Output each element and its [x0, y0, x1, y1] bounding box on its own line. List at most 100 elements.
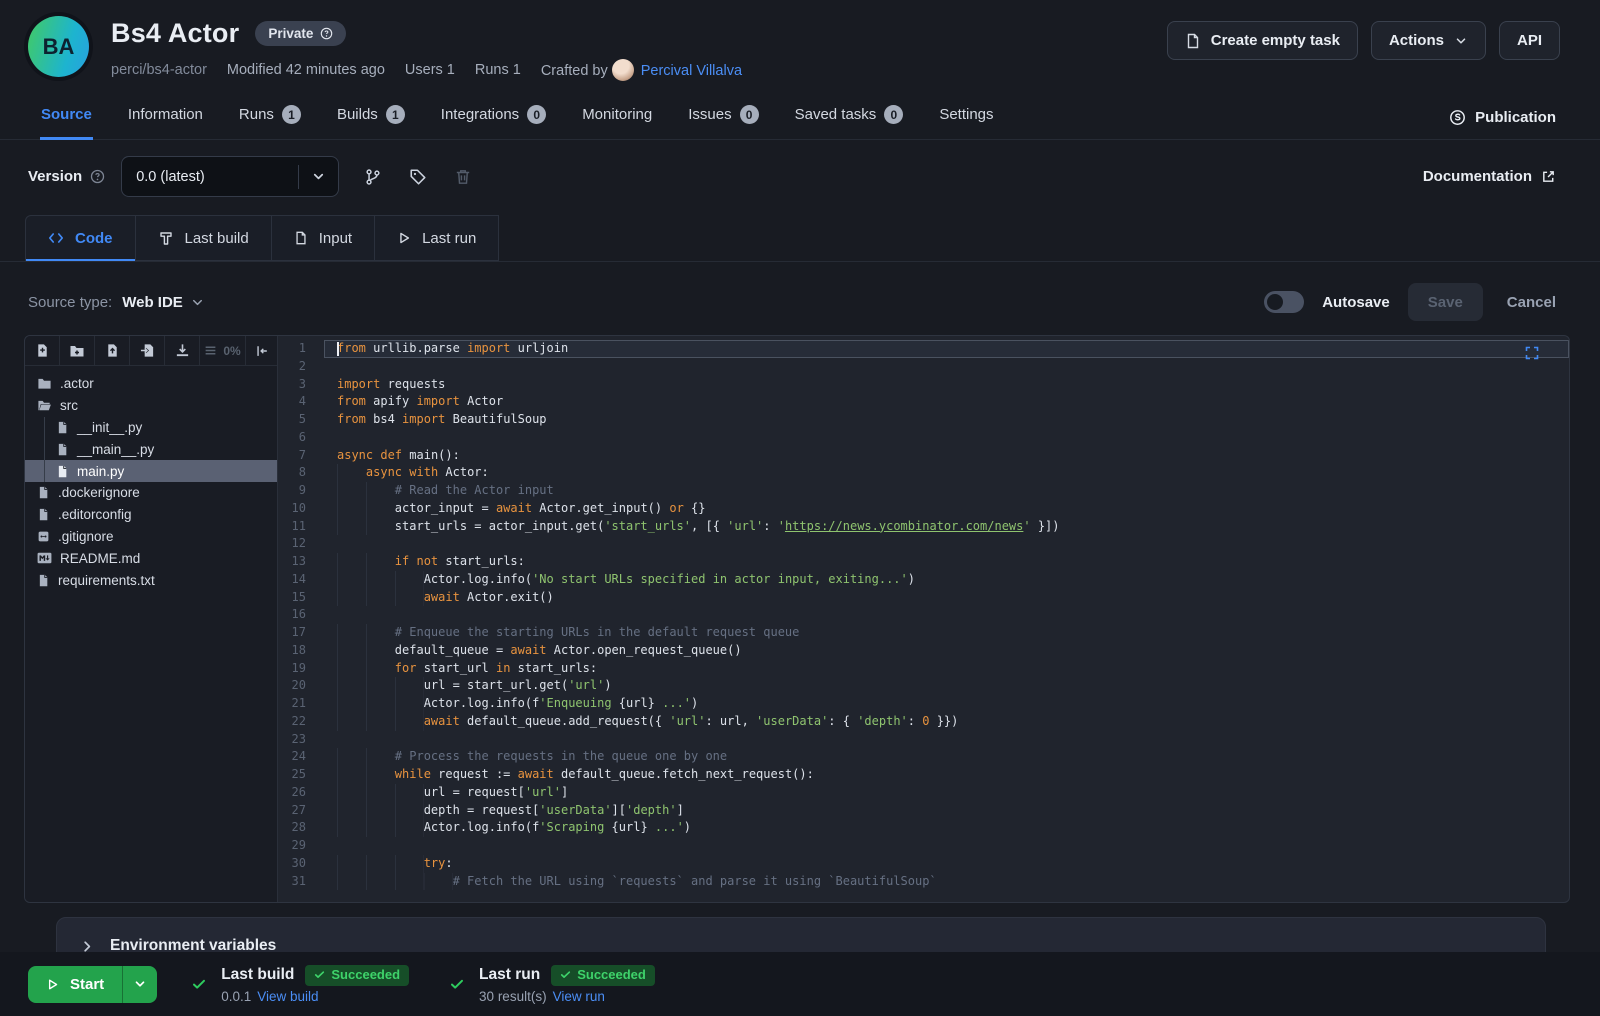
code-line[interactable]: 7async def main(): — [278, 447, 1569, 465]
code-line[interactable]: 29 — [278, 837, 1569, 855]
line-number: 4 — [278, 393, 324, 411]
code-line[interactable]: 12 — [278, 535, 1569, 553]
author-link[interactable]: Percival Villalva — [641, 63, 742, 79]
line-number: 9 — [278, 482, 324, 500]
code-line[interactable]: 13 if not start_urls: — [278, 553, 1569, 571]
code-line[interactable]: 21 Actor.log.info(f'Enqueuing {url} ...'… — [278, 695, 1569, 713]
view-run-link[interactable]: View run — [553, 989, 605, 1004]
code-line[interactable]: 6 — [278, 429, 1569, 447]
subtab-last-build[interactable]: Last build — [135, 215, 272, 261]
check-icon — [449, 976, 465, 992]
tree-item-src[interactable]: src — [25, 395, 277, 417]
code-line[interactable]: 4from apify import Actor — [278, 393, 1569, 411]
line-number: 28 — [278, 819, 324, 837]
tag-icon[interactable] — [398, 157, 438, 197]
line-number: 20 — [278, 677, 324, 695]
line-number: 26 — [278, 784, 324, 802]
code-line[interactable]: 19 for start_url in start_urls: — [278, 660, 1569, 678]
code-editor[interactable]: 1from urllib.parse import urljoin23impor… — [278, 336, 1569, 902]
tab-issues[interactable]: Issues0 — [687, 93, 759, 140]
new-folder-icon[interactable] — [60, 336, 95, 365]
code-line[interactable]: 16 — [278, 606, 1569, 624]
page-title: Bs4 Actor — [111, 18, 239, 49]
code-line[interactable]: 2 — [278, 358, 1569, 376]
code-line[interactable]: 18 default_queue = await Actor.open_requ… — [278, 642, 1569, 660]
code-line[interactable]: 28 Actor.log.info(f'Scraping {url} ...') — [278, 819, 1569, 837]
code-line[interactable]: 25 while request := await default_queue.… — [278, 766, 1569, 784]
code-line[interactable]: 1from urllib.parse import urljoin — [278, 340, 1569, 358]
fullscreen-icon[interactable] — [1524, 345, 1540, 361]
new-file-icon[interactable] — [25, 336, 60, 365]
tab-label: Saved tasks — [795, 106, 877, 123]
collapse-panel-icon[interactable] — [246, 336, 277, 365]
start-options-button[interactable] — [123, 966, 157, 1003]
autosave-label: Autosave — [1322, 294, 1390, 311]
tree-item--init-py[interactable]: __init__.py — [25, 417, 277, 439]
subtab-code[interactable]: Code — [25, 215, 136, 261]
delete-version-icon — [443, 157, 483, 197]
tab-saved-tasks[interactable]: Saved tasks0 — [794, 93, 905, 140]
code-line[interactable]: 3import requests — [278, 376, 1569, 394]
help-icon — [90, 169, 105, 184]
line-number: 31 — [278, 873, 324, 891]
actions-button[interactable]: Actions — [1371, 21, 1486, 60]
code-line[interactable]: 9 # Read the Actor input — [278, 482, 1569, 500]
tab-runs[interactable]: Runs1 — [238, 93, 302, 140]
documentation-link[interactable]: Documentation — [1423, 168, 1556, 185]
code-line[interactable]: 22 await default_queue.add_request({ 'ur… — [278, 713, 1569, 731]
tab-builds[interactable]: Builds1 — [336, 93, 406, 140]
subtab-last-run[interactable]: Last run — [374, 215, 499, 261]
start-button[interactable]: Start — [28, 966, 157, 1003]
last-build-summary: Last build Succeeded 0.0.1 View build — [191, 965, 409, 1004]
publication-link[interactable]: Publication — [1449, 109, 1556, 139]
line-number: 17 — [278, 624, 324, 642]
tree-item-main-py[interactable]: main.py — [25, 460, 277, 482]
move-file-icon[interactable] — [130, 336, 165, 365]
code-line[interactable]: 15 await Actor.exit() — [278, 589, 1569, 607]
code-line[interactable]: 24 # Process the requests in the queue o… — [278, 748, 1569, 766]
tree-item--main-py[interactable]: __main__.py — [25, 438, 277, 460]
code-line[interactable]: 8 async with Actor: — [278, 464, 1569, 482]
code-line[interactable]: 17 # Enqueue the starting URLs in the de… — [278, 624, 1569, 642]
save-button[interactable]: Save — [1408, 283, 1483, 321]
tab-information[interactable]: Information — [127, 93, 204, 140]
code-line[interactable]: 30 try: — [278, 855, 1569, 873]
code-line[interactable]: 20 url = start_url.get('url') — [278, 677, 1569, 695]
code-line[interactable]: 11 start_urls = actor_input.get('start_u… — [278, 518, 1569, 536]
subtab-input[interactable]: Input — [271, 215, 375, 261]
git-branch-icon[interactable] — [353, 157, 393, 197]
code-text: async with Actor: — [324, 464, 1569, 482]
create-empty-task-button[interactable]: Create empty task — [1167, 21, 1358, 60]
tab-integrations[interactable]: Integrations0 — [440, 93, 547, 140]
tree-item-requirements-txt[interactable]: requirements.txt — [25, 569, 277, 591]
file-name: .editorconfig — [58, 507, 132, 522]
file-name: src — [60, 398, 78, 413]
code-line[interactable]: 23 — [278, 731, 1569, 749]
code-line[interactable]: 31 # Fetch the URL using `requests` and … — [278, 873, 1569, 891]
code-editor-panel: 0% .actorsrc__init__.py__main__.pymain.p… — [24, 335, 1570, 903]
version-select[interactable]: 0.0 (latest) — [121, 156, 339, 197]
tree-item--actor[interactable]: .actor — [25, 373, 277, 395]
line-number: 19 — [278, 660, 324, 678]
code-line[interactable]: 26 url = request['url'] — [278, 784, 1569, 802]
cancel-button[interactable]: Cancel — [1507, 294, 1556, 311]
tree-item--dockerignore[interactable]: .dockerignore — [25, 482, 277, 504]
view-build-link[interactable]: View build — [257, 989, 318, 1004]
download-icon[interactable] — [165, 336, 200, 365]
source-type-select[interactable]: Web IDE — [122, 294, 205, 311]
tree-item--gitignore[interactable]: .gitignore — [25, 526, 277, 548]
line-number: 22 — [278, 713, 324, 731]
code-line[interactable]: 14 Actor.log.info('No start URLs specifi… — [278, 571, 1569, 589]
code-line[interactable]: 5from bs4 import BeautifulSoup — [278, 411, 1569, 429]
tree-item-readme-md[interactable]: README.md — [25, 547, 277, 569]
code-line[interactable]: 27 depth = request['userData']['depth'] — [278, 802, 1569, 820]
code-line[interactable]: 10 actor_input = await Actor.get_input()… — [278, 500, 1569, 518]
tab-monitoring[interactable]: Monitoring — [581, 93, 653, 140]
upload-file-icon[interactable] — [95, 336, 130, 365]
tab-settings[interactable]: Settings — [938, 93, 994, 140]
tab-source[interactable]: Source — [40, 93, 93, 140]
autosave-toggle[interactable] — [1264, 291, 1304, 313]
tab-label: Integrations — [441, 106, 519, 123]
tree-item--editorconfig[interactable]: .editorconfig — [25, 504, 277, 526]
api-button[interactable]: API — [1499, 21, 1560, 60]
